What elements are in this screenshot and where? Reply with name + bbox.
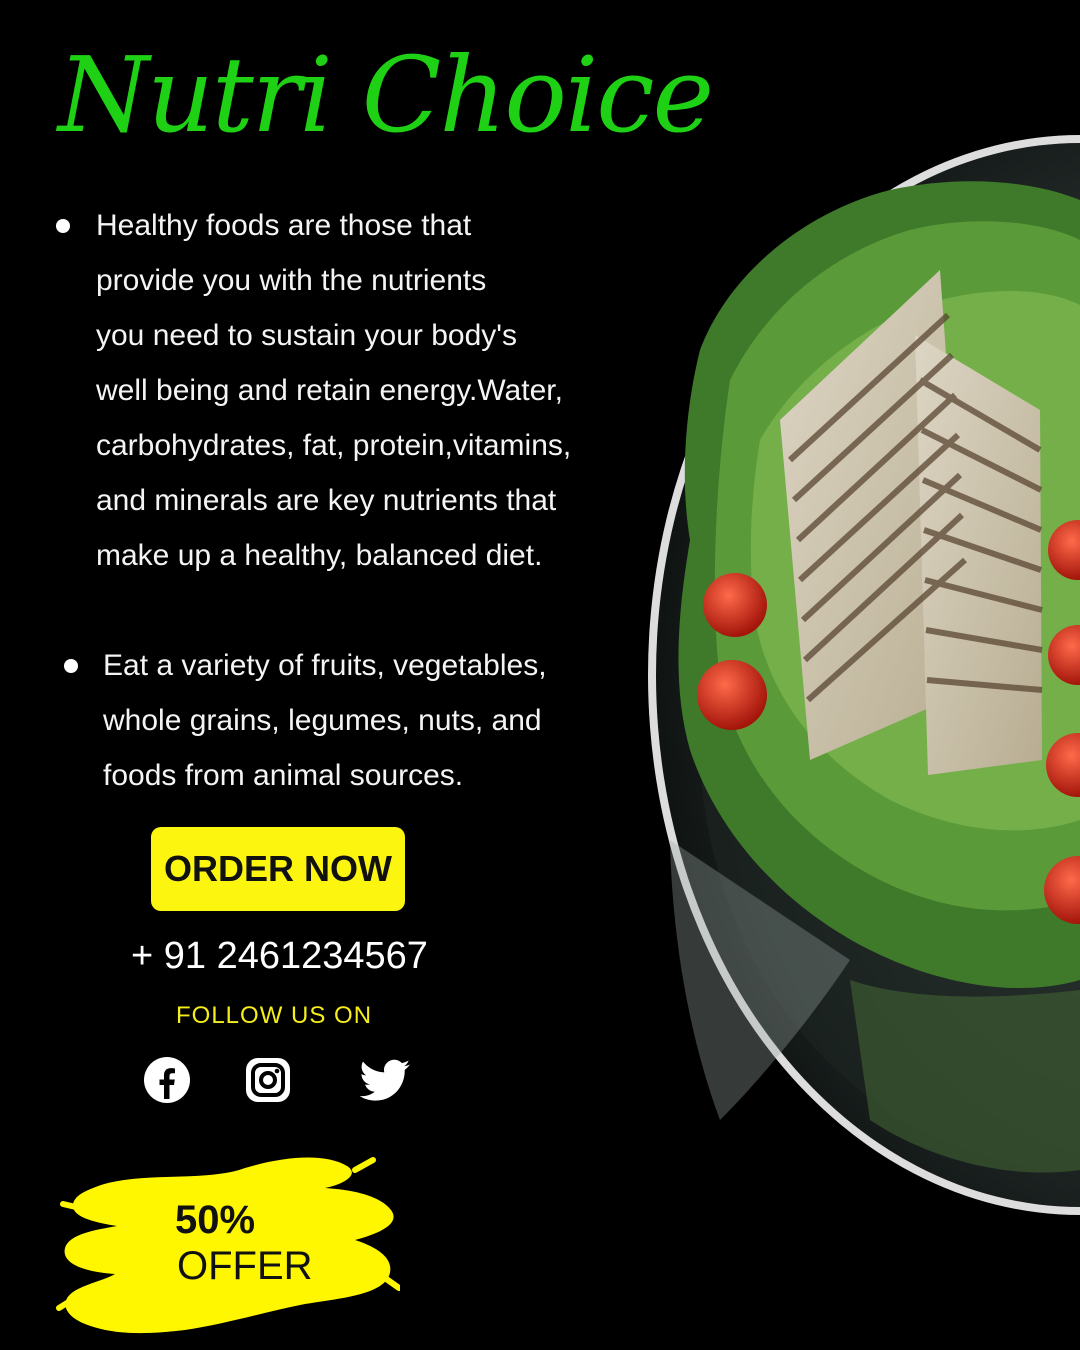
bullet-line: provide you with the nutrients [96, 264, 487, 297]
phone-number: + 91 2461234567 [131, 935, 428, 977]
bullet-line: foods from animal sources. [103, 759, 464, 792]
info-bullet-2: Eat a variety of fruits, vegetables, who… [64, 638, 623, 803]
offer-label: OFFER [177, 1244, 313, 1288]
bullet-line: well being and retain energy.Water, [96, 374, 563, 407]
yellow-brush-splash [56, 1157, 400, 1334]
bullet-line: carbohydrates, fat, protein,vitamins, [96, 429, 572, 462]
offer-badge: 50% OFFER [55, 1148, 400, 1338]
bullet-line: you need to sustain your body's [96, 319, 517, 352]
order-now-button[interactable]: ORDER NOW [151, 827, 405, 911]
bullet-dot [64, 659, 78, 673]
bullet-line: Eat a variety of fruits, vegetables, [103, 649, 547, 682]
food-plate-image [610, 120, 1080, 1230]
bullet-dot [56, 219, 70, 233]
bullet-line: whole grains, legumes, nuts, and [103, 704, 542, 737]
offer-percent: 50% [175, 1198, 256, 1242]
bullet-line: make up a healthy, balanced diet. [96, 539, 543, 572]
instagram-icon[interactable] [243, 1055, 293, 1105]
follow-us-label: FOLLOW US ON [176, 1002, 373, 1029]
info-bullet-1: Healthy foods are those that provide you… [56, 198, 656, 583]
bullet-line: Healthy foods are those that [96, 209, 472, 242]
facebook-icon[interactable] [142, 1055, 192, 1105]
twitter-icon[interactable] [358, 1055, 410, 1105]
bullet-line: and minerals are key nutrients that [96, 484, 557, 517]
